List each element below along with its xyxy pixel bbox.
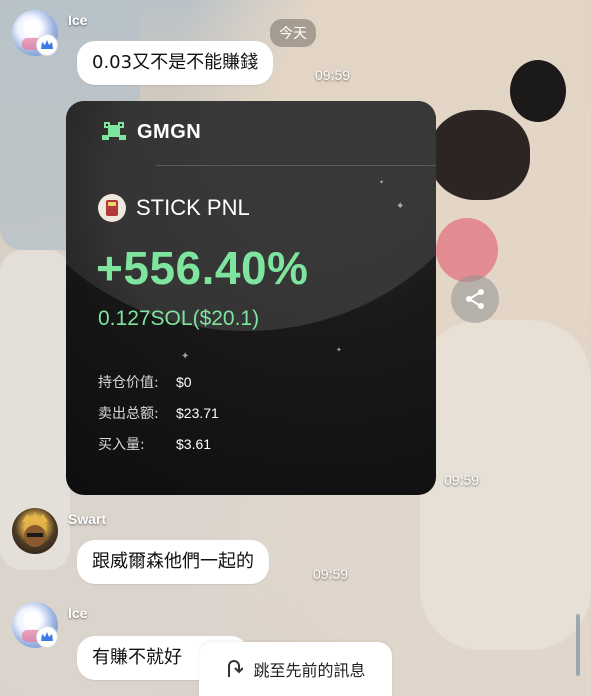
avatar[interactable] xyxy=(12,508,58,554)
crown-badge-icon xyxy=(36,626,58,648)
message-time: 09:59 xyxy=(315,67,351,83)
scrollbar[interactable] xyxy=(576,614,580,676)
sparkle-decoration: ✦ xyxy=(396,201,405,212)
date-chip: 今天 xyxy=(270,19,316,47)
frog-logo-icon xyxy=(102,122,126,140)
avatar-image xyxy=(22,512,48,547)
pnl-amount: 0.127SOL($20.1) xyxy=(98,307,260,330)
sparkle-decoration: ✦ xyxy=(379,179,385,186)
jump-up-icon xyxy=(228,660,244,677)
card-divider xyxy=(156,165,436,166)
sender-name[interactable]: Swart xyxy=(68,511,106,527)
pnl-card-image[interactable]: ✦ ✦ ✦ ✦ GMGN STICK PNL +556.40% 0.127SOL… xyxy=(66,101,436,495)
share-button[interactable] xyxy=(451,275,499,323)
message-time: 09:59 xyxy=(313,566,349,582)
stat-label: 买入量: xyxy=(98,437,145,453)
wallpaper-dog-nose xyxy=(430,110,530,200)
message-text: 跟威爾森他們一起的 xyxy=(92,551,254,572)
stat-row: 买入量: $3.61 xyxy=(98,434,211,454)
jump-button-label: 跳至先前的訊息 xyxy=(253,661,366,680)
message-text: 有賺不就好 xyxy=(92,647,182,668)
jump-to-previous-button[interactable]: 跳至先前的訊息 xyxy=(199,642,392,696)
sender-name[interactable]: Ice xyxy=(68,12,87,28)
wallpaper-dog-tongue xyxy=(436,218,498,282)
token-icon xyxy=(98,194,126,222)
stat-label: 持仓价值: xyxy=(98,375,159,391)
sparkle-decoration: ✦ xyxy=(336,346,342,354)
pnl-percent: +556.40% xyxy=(96,242,309,294)
wallpaper-dog-eye xyxy=(510,60,566,122)
sparkle-decoration: ✦ xyxy=(181,351,190,362)
crown-badge-icon xyxy=(36,34,58,56)
message-text: 0.03又不是不能賺錢 xyxy=(92,52,259,73)
brand-name: GMGN xyxy=(137,120,202,143)
stat-row: 持仓价值: $0 xyxy=(98,372,192,392)
sender-name[interactable]: Ice xyxy=(68,605,87,621)
stat-row: 卖出总额: $23.71 xyxy=(98,403,219,423)
message-time: 09:59 xyxy=(444,472,480,488)
token-name: STICK PNL xyxy=(136,195,250,220)
stat-label: 卖出总额: xyxy=(98,406,159,422)
stat-value: $23.71 xyxy=(176,405,219,421)
brand-row: GMGN xyxy=(99,119,201,145)
token-row: STICK PNL xyxy=(98,194,250,222)
share-icon xyxy=(466,289,484,309)
message-bubble[interactable]: 0.03又不是不能賺錢 xyxy=(77,41,274,85)
stat-value: $0 xyxy=(176,374,192,390)
message-bubble[interactable]: 跟威爾森他們一起的 xyxy=(77,540,269,584)
stat-value: $3.61 xyxy=(176,436,212,452)
